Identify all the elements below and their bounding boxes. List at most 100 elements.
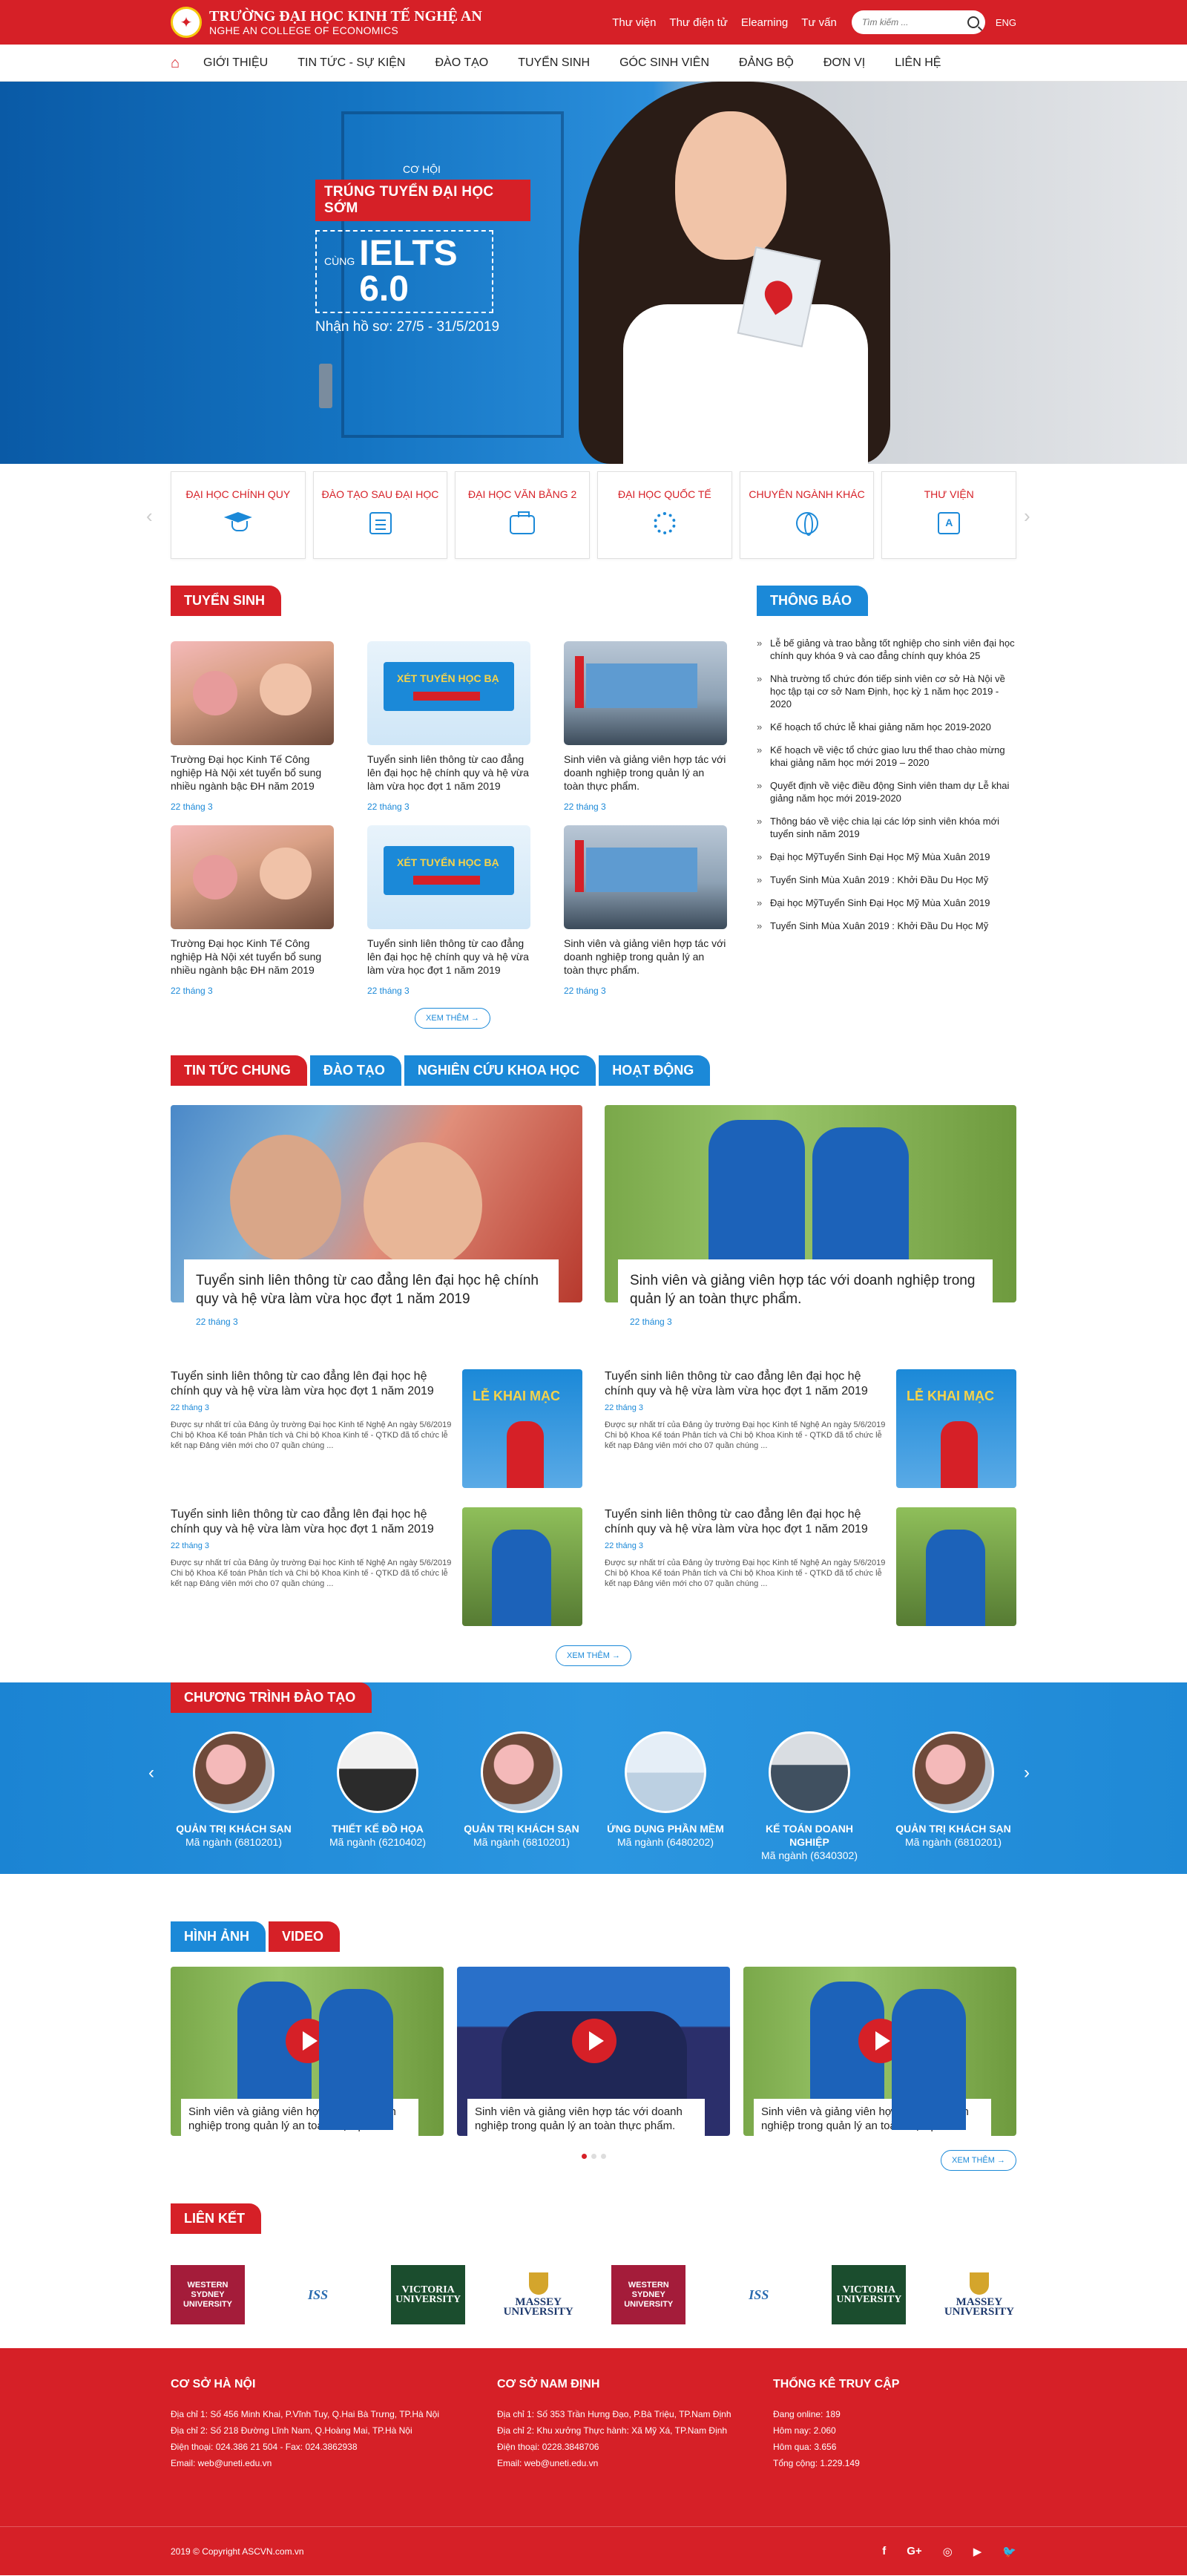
links-heading[interactable]: LIÊN KẾT [171,2203,262,2234]
top-link-elearning[interactable]: Elearning [741,16,788,29]
notice-item[interactable]: Kế hoạch tổ chức lễ khai giảng năm học 2… [757,721,1016,733]
nav-news[interactable]: TIN TỨC - SỰ KIỆN [283,45,420,82]
partner-logo-western-sydney[interactable]: WESTERN SYDNEY UNIVERSITY [171,2265,245,2324]
featured-news-date: 22 tháng 3 [196,1317,238,1327]
partner-logo-victoria[interactable]: VICTORIA UNIVERSITY [832,2265,907,2324]
video-card[interactable]: Sinh viên và giảng viên hợp tác với doan… [743,1967,1016,2136]
category-other[interactable]: CHUYÊN NGÀNH KHÁC [739,471,875,559]
featured-news[interactable]: Sinh viên và giảng viên hợp tác với doan… [605,1105,1016,1339]
notice-item[interactable]: Tuyển Sinh Mùa Xuân 2019 : Khởi Đầu Du H… [757,920,1016,932]
tab-general-news[interactable]: TIN TỨC CHUNG [171,1055,307,1086]
nav-party[interactable]: ĐẢNG BỘ [724,45,809,82]
admission-card[interactable]: Trường Đại học Kinh Tế Công nghiệp Hà Nộ… [171,825,334,996]
program-image [913,1731,994,1813]
notice-item[interactable]: Tuyển Sinh Mùa Xuân 2019 : Khởi Đầu Du H… [757,874,1016,886]
search-icon[interactable] [967,16,979,28]
notice-item[interactable]: Quyết định về việc điều động Sinh viên t… [757,779,1016,804]
notice-item[interactable]: Thông báo về việc chia lại các lớp sinh … [757,815,1016,840]
carousel-dot[interactable] [600,2154,606,2159]
partner-logo-western-sydney[interactable]: WESTERN SYDNEY UNIVERSITY [611,2265,686,2324]
program-item[interactable]: ỨNG DỤNG PHẦN MỀM Mã ngành (6480202) [602,1731,729,1862]
play-icon[interactable] [572,2019,616,2063]
nav-units[interactable]: ĐƠN VỊ [809,45,880,82]
news-item[interactable]: Tuyển sinh liên thông từ cao đẳng lên đạ… [605,1369,1016,1488]
video-card[interactable]: Sinh viên và giảng viên hợp tác với doan… [171,1967,444,2136]
admission-card[interactable]: Trường Đại học Kinh Tế Công nghiệp Hà Nộ… [171,641,334,812]
notice-item[interactable]: Kế hoạch về việc tổ chức giao lưu thể th… [757,744,1016,769]
hero-banner[interactable]: CƠ HỘI TRÚNG TUYỂN ĐẠI HỌC SỚM CÙNG IELT… [0,82,1187,464]
news-item[interactable]: Tuyển sinh liên thông từ cao đẳng lên đạ… [171,1507,582,1626]
tab-images[interactable]: HÌNH ẢNH [171,1921,266,1952]
partner-logo-iss[interactable]: ISS [722,2265,796,2324]
nav-students[interactable]: GÓC SINH VIÊN [605,45,724,82]
top-link-consult[interactable]: Tư vấn [801,16,837,29]
admission-card[interactable]: Sinh viên và giảng viên hợp tác với doan… [564,641,727,812]
program-name: ỨNG DỤNG PHẦN MỀM [607,1823,724,1835]
tab-training[interactable]: ĐÀO TẠO [309,1055,401,1086]
notice-heading[interactable]: THÔNG BÁO [757,586,868,616]
notice-item[interactable]: Đại học MỹTuyển Sinh Đại Học Mỹ Mùa Xuân… [757,897,1016,909]
top-link-email[interactable]: Thư điện tử [669,16,727,29]
google-plus-icon[interactable]: G+ [907,2545,921,2558]
featured-news[interactable]: Tuyển sinh liên thông từ cao đẳng lên đạ… [171,1105,582,1339]
partner-logo-massey[interactable]: MASSEY UNIVERSITY [502,2265,576,2324]
category-next-icon[interactable]: › [1024,505,1030,528]
nav-contact[interactable]: LIÊN HỆ [880,45,956,82]
admission-card[interactable]: Sinh viên và giảng viên hợp tác với doan… [564,825,727,996]
program-item[interactable]: QUẢN TRỊ KHÁCH SẠN Mã ngành (6810201) [458,1731,585,1862]
programs-prev-icon[interactable]: ‹ [148,1763,154,1783]
news-item[interactable]: Tuyển sinh liên thông từ cao đẳng lên đạ… [605,1507,1016,1626]
news-more-button[interactable]: XEM THÊM [556,1645,631,1666]
program-item[interactable]: KẾ TOÁN DOANH NGHIỆP Mã ngành (6340302) [746,1731,872,1862]
play-icon[interactable] [858,2019,903,2063]
program-item[interactable]: QUẢN TRỊ KHÁCH SẠN Mã ngành (6810201) [890,1731,1016,1862]
nav-about[interactable]: GIỚI THIỆU [203,45,283,82]
category-prev-icon[interactable]: ‹ [146,505,153,528]
home-icon[interactable]: ⌂ [171,55,187,71]
partner-logo-victoria[interactable]: VICTORIA UNIVERSITY [391,2265,466,2324]
category-regular[interactable]: ĐẠI HỌC CHÍNH QUY [171,471,306,559]
programs-heading[interactable]: CHƯƠNG TRÌNH ĐÀO TẠO [171,1682,372,1713]
youtube-icon[interactable]: ▶ [973,2545,982,2558]
admission-thumb [564,641,727,745]
news-item[interactable]: Tuyển sinh liên thông từ cao đẳng lên đạ… [171,1369,582,1488]
play-icon[interactable] [286,2019,330,2063]
program-item[interactable]: QUẢN TRỊ KHÁCH SẠN Mã ngành (6810201) [171,1731,297,1862]
category-library[interactable]: THƯ VIỆN [881,471,1017,559]
video-card[interactable]: Sinh viên và giảng viên hợp tác với doan… [457,1967,730,2136]
carousel-dot[interactable] [581,2154,587,2159]
admission-card[interactable]: Tuyển sinh liên thông từ cao đẳng lên đạ… [367,825,530,996]
footer-email[interactable]: Email: web@uneti.edu.vn [171,2455,497,2471]
notice-item[interactable]: Đại học MỹTuyển Sinh Đại Học Mỹ Mùa Xuân… [757,851,1016,863]
footer: CƠ SỞ HÀ NỘI Địa chỉ 1: Số 456 Minh Khai… [0,2348,1187,2526]
tab-research[interactable]: NGHIÊN CỨU KHOA HỌC [404,1055,596,1086]
category-international[interactable]: ĐẠI HỌC QUỐC TẾ [597,471,732,559]
top-link-library[interactable]: Thư viện [612,16,656,29]
tab-activities[interactable]: HOẠT ĐỘNG [599,1055,711,1086]
instagram-icon[interactable]: ◎ [943,2545,953,2558]
partner-logo-massey[interactable]: MASSEY UNIVERSITY [942,2265,1016,2324]
notice-item[interactable]: Nhà trường tổ chức đón tiếp sinh viên cơ… [757,672,1016,710]
partner-logo-iss[interactable]: ISS [281,2265,355,2324]
admissions-heading[interactable]: TUYỂN SINH [171,586,282,616]
search-input[interactable] [861,17,959,27]
facebook-icon[interactable]: f [882,2545,886,2558]
carousel-dot[interactable] [591,2154,596,2159]
hero-gift-label: CƠ HỘI [403,163,441,175]
admission-card[interactable]: Tuyển sinh liên thông từ cao đẳng lên đạ… [367,641,530,812]
notice-item[interactable]: Lễ bế giảng và trao bằng tốt nghiệp cho … [757,637,1016,662]
category-postgrad[interactable]: ĐÀO TẠO SAU ĐẠI HỌC [312,471,448,559]
site-logo[interactable]: ✦ TRƯỜNG ĐẠI HỌC KINH TẾ NGHỆ AN NGHE AN… [171,7,482,38]
media-more-button[interactable]: XEM THÊM [941,2150,1016,2171]
category-second-degree[interactable]: ĐẠI HỌC VĂN BẰNG 2 [455,471,591,559]
nav-training[interactable]: ĐÀO TẠO [420,45,503,82]
program-item[interactable]: THIẾT KẾ ĐỒ HỌA Mã ngành (6210402) [315,1731,441,1862]
admissions-more-button[interactable]: XEM THÊM [415,1008,490,1029]
programs-next-icon[interactable]: › [1024,1763,1030,1783]
nav-admissions[interactable]: TUYỂN SINH [503,45,605,82]
twitter-icon[interactable]: 🐦 [1002,2545,1016,2558]
footer-email[interactable]: Email: web@uneti.edu.vn [497,2455,773,2471]
tab-video[interactable]: VIDEO [269,1921,341,1952]
admission-date: 22 tháng 3 [367,986,410,996]
language-switch[interactable]: ENG [996,17,1016,28]
